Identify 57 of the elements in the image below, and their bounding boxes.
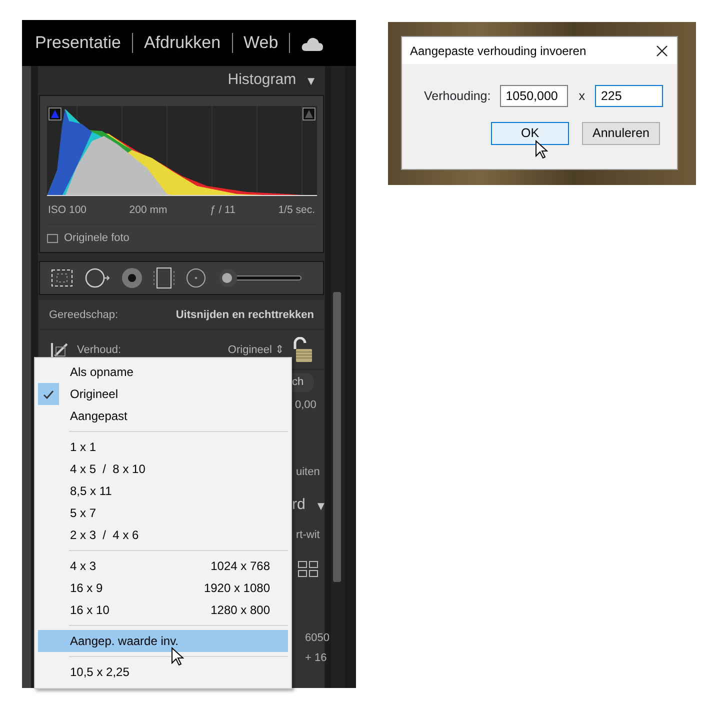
- rectangle-icon[interactable]: [153, 267, 175, 290]
- dialog-button[interactable]: Annuleren: [582, 122, 660, 145]
- field-label: Verhoud:: [77, 342, 122, 358]
- exif-text: 200 mm: [129, 203, 168, 218]
- module-tab[interactable]: Web: [244, 30, 278, 56]
- dialog-button[interactable]: OK: [491, 122, 569, 145]
- tint-value: + 16: [305, 651, 327, 666]
- input-field[interactable]: 225: [594, 85, 663, 107]
- separator-text: x: [578, 88, 585, 105]
- padlock-icon[interactable]: [292, 336, 314, 363]
- menu-item[interactable]: 4 x 3 1024 x 768: [38, 555, 288, 577]
- window-title: Aangepaste verhouding invoeren: [410, 42, 586, 60]
- temperature-value: 6050: [305, 631, 330, 646]
- treatment-label: rt-wit: [296, 528, 320, 543]
- field-label: Verhouding:: [424, 88, 491, 105]
- exif-text: ISO 100: [48, 203, 87, 218]
- panel-title[interactable]: Histogram: [228, 69, 296, 92]
- crop-overlay-icon[interactable]: [50, 268, 74, 288]
- module-tab[interactable]: Afdrukken: [144, 30, 221, 56]
- menu-item[interactable]: 2 x 3 / 4 x 6: [38, 524, 288, 546]
- reset-label: uiten: [296, 465, 320, 480]
- menu-item-detail: 1920 x 1080: [204, 580, 270, 597]
- shadow-clipping-icon[interactable]: [48, 108, 62, 120]
- angle-value: 0,00: [295, 398, 316, 413]
- aspect-dropdown[interactable]: Origineel ⇕: [228, 342, 284, 358]
- field-label: Gereedschap:: [49, 308, 118, 322]
- grid-icon[interactable]: [298, 561, 318, 577]
- collapse-glyph[interactable]: ▼: [305, 72, 317, 90]
- module-tab[interactable]: Presentatie: [35, 30, 121, 56]
- circle-icon[interactable]: [185, 267, 207, 290]
- brush-slider[interactable]: [217, 267, 303, 290]
- menu-item[interactable]: 1 x 1: [38, 436, 288, 458]
- tool-name: Uitsnijden en rechttrekken: [176, 308, 314, 322]
- slider-thumb[interactable]: [219, 269, 238, 288]
- menu-item[interactable]: 8,5 x 11: [38, 480, 288, 502]
- radial-dot-icon[interactable]: [121, 267, 143, 290]
- close-icon[interactable]: [656, 44, 668, 56]
- pointer-cursor-icon: [535, 140, 548, 159]
- menu-item[interactable]: 10,5 x 2,25: [38, 661, 288, 683]
- checkbox-label[interactable]: Originele foto: [64, 230, 130, 246]
- menu-item[interactable]: 16 x 9 1920 x 1080: [38, 577, 288, 599]
- menu-item-detail: 1280 x 800: [210, 602, 270, 619]
- menu-item[interactable]: 5 x 7: [38, 502, 288, 524]
- exif-text: ƒ / 11: [210, 203, 236, 218]
- panel-title: rd: [292, 495, 306, 515]
- menu-item-detail: 1024 x 768: [210, 558, 270, 575]
- scrollbar-thumb[interactable]: [333, 292, 341, 582]
- menu-item[interactable]: 16 x 10 1280 x 800: [38, 599, 288, 621]
- checkbox[interactable]: [47, 234, 58, 242]
- input-field[interactable]: 1050,000: [500, 85, 568, 107]
- pointer-cursor-icon: [171, 647, 184, 666]
- menu-item[interactable]: 4 x 5 / 8 x 10: [38, 458, 288, 480]
- highlight-clipping-icon[interactable]: [302, 108, 316, 120]
- circle-arrow-icon[interactable]: [84, 267, 111, 290]
- exif-text: 1/5 sec.: [278, 203, 315, 218]
- menu-item[interactable]: Aangepast: [38, 405, 288, 427]
- collapse-glyph: ▼: [315, 498, 327, 515]
